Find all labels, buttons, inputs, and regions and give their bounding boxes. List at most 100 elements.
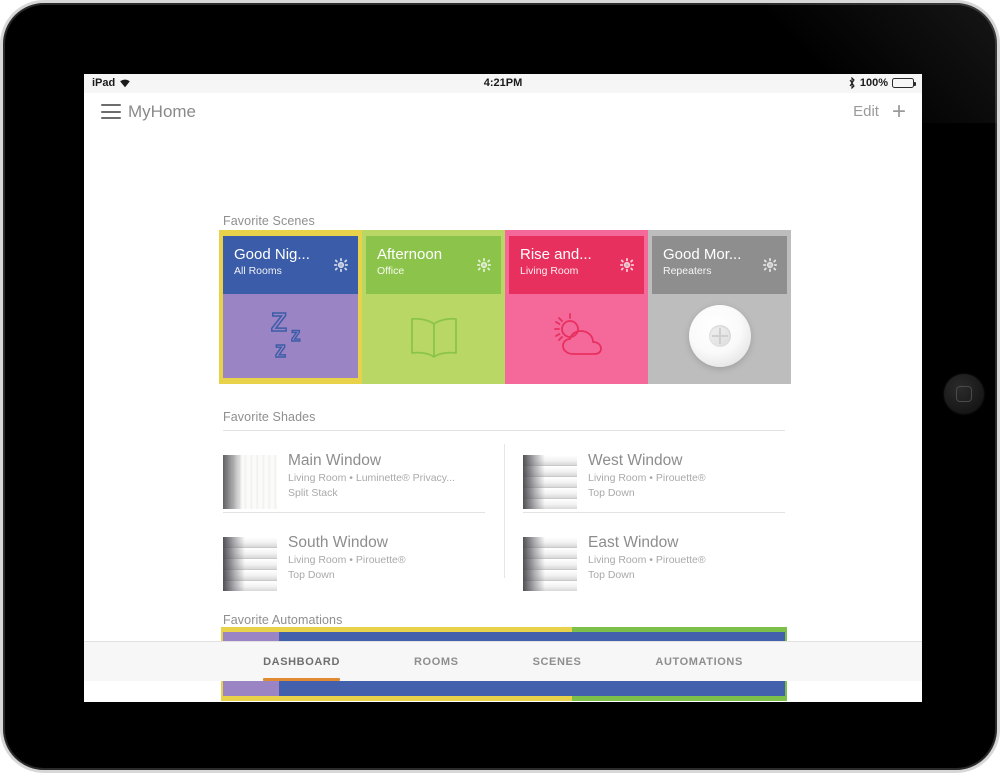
scene-room: All Rooms [234,265,282,277]
scene-name: Afternoon [377,246,443,263]
favorite-scenes-row: Good Nig... All Rooms Zz z Afternoon Office Ri… [219,230,791,384]
status-bar-clock: 4:21PM [483,77,523,89]
page-title: MyHome [128,102,197,121]
tab-label: AUTOMATIONS [655,655,743,668]
thumb-shadow [223,537,245,591]
tab-dashboard[interactable]: DASHBOARD [255,655,348,681]
nav-bar-actions: Edit + [853,99,906,123]
vane-shade-art [523,537,577,591]
scene-name: Good Mor... [663,246,742,263]
divider [504,444,505,578]
tab-active-underline [263,677,341,681]
favorite-automations-heading: Favorite Automations [223,613,343,627]
bluetooth-icon [848,77,856,89]
favorite-scenes-heading: Favorite Scenes [223,214,315,228]
shade-detail-line1: Living Room • Luminette® Privacy... [288,472,456,484]
status-bar-right: 100% [848,77,916,89]
shade-detail-line1: Living Room • Pirouette® [588,472,706,484]
shade-list-item[interactable]: West Window Living Room • Pirouette® Top D… [523,444,785,519]
hamburger-line [101,110,121,113]
vane-shade-thumbnail [523,537,577,591]
scene-tile-body: Afternoon Office [366,236,501,378]
favorite-shades-heading: Favorite Shades [223,410,316,424]
scene-room: Repeaters [663,265,712,277]
nav-bar: MyHome Edit + [84,93,922,132]
gear-icon[interactable] [477,258,491,272]
vane-shade-art [523,455,577,509]
shade-text: South Window Living Room • Pirouette® Top … [288,533,406,583]
scene-header: Afternoon Office [366,236,501,294]
shade-detail-line2: Split Stack [288,487,338,499]
zzz-sleep-icon: Zzz [223,294,358,378]
edit-button[interactable]: Edit [853,103,879,120]
sun-cloud-icon [509,294,644,378]
svg-text:Z: Z [271,307,287,337]
shade-list-item[interactable]: East Window Living Room • Pirouette® Top D… [523,526,785,601]
battery-percent-label: 100% [859,77,888,89]
sheer-curtain-art [223,455,277,509]
shade-name: South Window [288,534,388,551]
shade-name: East Window [588,534,679,551]
status-bar: iPad 4:21PM 100% [84,74,922,93]
tab-rooms[interactable]: ROOMS [406,656,467,668]
shade-name: West Window [588,452,683,469]
scene-tile-body: Rise and... Living Room [509,236,644,378]
hamburger-line [101,104,121,106]
sheer-curtain-thumbnail [223,455,277,509]
hamburger-icon[interactable] [101,104,121,119]
divider [223,430,785,431]
repeater-disc-icon [652,294,787,378]
vane-shade-thumbnail [523,455,577,509]
scene-tile[interactable]: Rise and... Living Room [505,230,648,384]
scene-room: Office [377,265,405,277]
scene-room: Living Room [520,265,579,277]
tab-label: DASHBOARD [263,655,341,668]
scene-tile-body: Good Mor... Repeaters [652,236,787,378]
hamburger-line [101,117,121,119]
vane-shade-thumbnail [223,537,277,591]
shade-detail-line1: Living Room • Pirouette® [288,554,406,566]
plus-icon[interactable]: + [892,99,906,123]
svg-text:z: z [275,337,286,362]
shade-name: Main Window [288,452,382,469]
tab-automations[interactable]: AUTOMATIONS [647,656,750,668]
bottom-tab-bar: DASHBOARD ROOMS SCENES AUTOMATIONS [84,641,922,681]
scene-tile[interactable]: Good Nig... All Rooms Zz z [219,230,362,384]
scene-name: Good Nig... [234,246,310,263]
scene-tile[interactable]: Afternoon Office [362,230,505,384]
shade-text: East Window Living Room • Pirouette® Top D… [588,533,706,583]
dashboard-content: Favorite Scenes Good Nig... All Rooms Zz z A… [84,132,922,701]
divider [223,512,485,513]
vane-shade-art [223,537,277,591]
thumb-shadow [523,537,545,591]
battery-icon [892,78,916,88]
shade-detail-line1: Living Room • Pirouette® [588,554,706,566]
divider [523,512,785,513]
tab-scenes[interactable]: SCENES [525,656,590,668]
ipad-device-frame: iPad 4:21PM 100% MyHome Edit + Favorite … [0,0,1000,773]
tab-label: ROOMS [414,655,459,668]
shade-list-item[interactable]: Main Window Living Room • Luminette® Priv… [223,444,485,519]
thumb-shadow [523,455,545,509]
home-button[interactable] [944,374,984,414]
tab-label: SCENES [532,655,582,668]
scene-header: Good Nig... All Rooms [223,236,358,294]
gear-icon[interactable] [334,258,348,272]
shade-detail-line2: Top Down [588,569,635,581]
scene-header: Good Mor... Repeaters [652,236,787,294]
shade-list-item[interactable]: South Window Living Room • Pirouette® Top … [223,526,485,601]
shade-detail-line2: Top Down [588,487,635,499]
open-book-icon [366,294,501,378]
shade-text: West Window Living Room • Pirouette® Top D… [588,451,706,501]
ipad-screen: iPad 4:21PM 100% MyHome Edit + Favorite … [84,74,922,702]
scene-tile-body: Good Nig... All Rooms Zz z [223,236,358,378]
shade-text: Main Window Living Room • Luminette® Priv… [288,451,455,501]
scene-name: Rise and... [520,246,592,263]
svg-text:z: z [291,325,301,346]
gear-icon[interactable] [620,258,634,272]
home-button-square-icon [956,386,972,402]
scene-tile[interactable]: Good Mor... Repeaters [648,230,791,384]
gear-icon[interactable] [763,258,777,272]
shade-detail-line2: Top Down [288,569,335,581]
scene-header: Rise and... Living Room [509,236,644,294]
